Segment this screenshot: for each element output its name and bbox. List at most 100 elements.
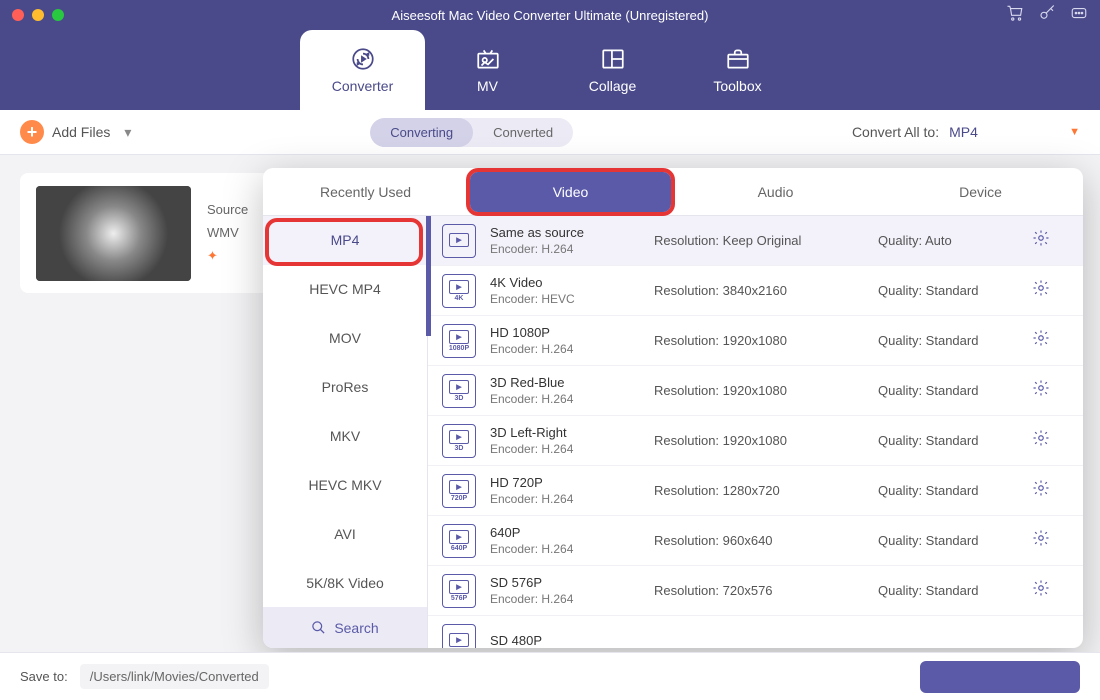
convert-button[interactable]: [920, 661, 1080, 693]
format-item-mkv[interactable]: MKV: [263, 412, 427, 461]
effects-icon[interactable]: ✦: [207, 248, 218, 264]
preset-resolution: Resolution: 1920x1080: [654, 433, 864, 448]
tab-toolbox-label: Toolbox: [713, 78, 761, 94]
preset-item[interactable]: ▶4K 4K Video Encoder: HEVC Resolution: 3840…: [428, 266, 1083, 316]
preset-encoder: Encoder: H.264: [490, 592, 640, 606]
gear-icon[interactable]: [1032, 279, 1050, 302]
preset-name: 4K Video: [490, 275, 640, 290]
preset-encoder: Encoder: HEVC: [490, 292, 640, 306]
caret-down-icon: ▼: [1069, 126, 1080, 138]
tab-collage-label: Collage: [589, 78, 636, 94]
segment-converting[interactable]: Converting: [370, 118, 473, 147]
preset-list: ▶ Same as source Encoder: H.264 Resolution:…: [428, 216, 1083, 648]
preset-name: SD 576P: [490, 575, 640, 590]
preset-item[interactable]: ▶576PSD 576PEncoder: H.264Resolution: 72…: [428, 566, 1083, 616]
key-icon[interactable]: [1038, 4, 1056, 27]
preset-quality: Quality: Standard: [878, 283, 1018, 298]
preset-badge-icon: ▶4K: [442, 274, 476, 308]
preset-encoder: Encoder: H.264: [490, 442, 640, 456]
plus-icon: +: [20, 120, 44, 144]
chevron-down-icon[interactable]: ▾: [124, 124, 131, 141]
search-button[interactable]: Search: [263, 607, 427, 648]
preset-resolution: Resolution: Keep Original: [654, 233, 864, 248]
preset-encoder: Encoder: H.264: [490, 342, 640, 356]
scroll-indicator: [426, 216, 431, 336]
close-icon[interactable]: [12, 9, 24, 21]
preset-badge-icon: ▶3D: [442, 374, 476, 408]
format-popover: Recently Used Video Audio Device MP4HEVC…: [263, 168, 1083, 648]
preset-item[interactable]: ▶1080PHD 1080PEncoder: H.264Resolution: …: [428, 316, 1083, 366]
popover-tab-video[interactable]: Video: [470, 172, 671, 212]
preset-encoder: Encoder: H.264: [490, 492, 640, 506]
preset-name: Same as source: [490, 225, 640, 240]
gear-icon[interactable]: [1032, 379, 1050, 402]
format-item-prores[interactable]: ProRes: [263, 363, 427, 412]
preset-quality: Quality: Standard: [878, 333, 1018, 348]
save-to-label: Save to:: [20, 669, 68, 684]
window-title: Aiseesoft Mac Video Converter Ultimate (…: [392, 8, 709, 23]
preset-badge-icon: ▶: [442, 624, 476, 649]
gear-icon[interactable]: [1032, 579, 1050, 602]
gear-icon[interactable]: [1032, 229, 1050, 252]
preset-resolution: Resolution: 1280x720: [654, 483, 864, 498]
preset-item[interactable]: ▶ Same as source Encoder: H.264 Resolution:…: [428, 216, 1083, 266]
popover-tab-audio[interactable]: Audio: [673, 168, 878, 215]
format-item-avi[interactable]: AVI: [263, 509, 427, 558]
video-thumbnail[interactable]: [36, 186, 191, 281]
preset-encoder: Encoder: H.264: [490, 542, 640, 556]
add-files-button[interactable]: + Add Files ▾: [20, 120, 131, 144]
tab-mv-label: MV: [477, 78, 498, 94]
preset-quality: Quality: Standard: [878, 433, 1018, 448]
preset-name: HD 720P: [490, 475, 640, 490]
gear-icon[interactable]: [1032, 479, 1050, 502]
preset-resolution: Resolution: 960x640: [654, 533, 864, 548]
search-label: Search: [334, 620, 378, 636]
preset-item[interactable]: ▶640P640PEncoder: H.264Resolution: 960x6…: [428, 516, 1083, 566]
preset-badge-icon: ▶: [442, 224, 476, 258]
preset-resolution: Resolution: 1920x1080: [654, 383, 864, 398]
format-item-5k-8k-video[interactable]: 5K/8K Video: [263, 558, 427, 607]
preset-item[interactable]: ▶3D 3D Left-Right Encoder: H.264 Resolution…: [428, 416, 1083, 466]
preset-badge-icon: ▶3D: [442, 424, 476, 458]
popover-tab-device[interactable]: Device: [878, 168, 1083, 215]
preset-name: 640P: [490, 525, 640, 540]
popover-tab-recently-used[interactable]: Recently Used: [263, 168, 468, 215]
tab-converter[interactable]: Converter: [300, 30, 425, 110]
tab-collage[interactable]: Collage: [550, 30, 675, 110]
convert-all-label: Convert All to:: [852, 124, 939, 140]
gear-icon[interactable]: [1032, 429, 1050, 452]
save-to-path[interactable]: /Users/link/Movies/Converted: [80, 664, 269, 689]
popover-tabs: Recently Used Video Audio Device: [263, 168, 1083, 216]
preset-resolution: Resolution: 720x576: [654, 583, 864, 598]
titlebar: Aiseesoft Mac Video Converter Ultimate (…: [0, 0, 1100, 30]
window-controls: [12, 9, 64, 21]
format-item-hevc-mp4[interactable]: HEVC MP4: [263, 265, 427, 314]
preset-encoder: Encoder: H.264: [490, 392, 640, 406]
convert-all-to[interactable]: Convert All to: MP4 ▼: [852, 124, 1080, 140]
preset-resolution: Resolution: 3840x2160: [654, 283, 864, 298]
add-files-label: Add Files: [52, 124, 110, 140]
gear-icon[interactable]: [1032, 529, 1050, 552]
gear-icon[interactable]: [1032, 329, 1050, 352]
preset-item[interactable]: ▶720PHD 720PEncoder: H.264Resolution: 12…: [428, 466, 1083, 516]
preset-item[interactable]: ▶ SD 480P: [428, 616, 1083, 648]
cart-icon[interactable]: [1006, 4, 1024, 27]
format-item-hevc-mkv[interactable]: HEVC MKV: [263, 460, 427, 509]
preset-item[interactable]: ▶3D3D Red-BlueEncoder: H.264Resolution: …: [428, 366, 1083, 416]
tab-converter-label: Converter: [332, 78, 393, 94]
tab-mv[interactable]: MV: [425, 30, 550, 110]
segment-converted[interactable]: Converted: [473, 118, 573, 147]
format-item-mp4[interactable]: MP4: [263, 216, 427, 265]
preset-name: SD 480P: [490, 633, 640, 648]
format-item-mov[interactable]: MOV: [263, 314, 427, 363]
bottom-bar: Save to: /Users/link/Movies/Converted: [0, 652, 1100, 700]
preset-quality: Quality: Auto: [878, 233, 1018, 248]
preset-name: 3D Left-Right: [490, 425, 640, 440]
minimize-icon[interactable]: [32, 9, 44, 21]
status-segment: Converting Converted: [370, 118, 573, 147]
preset-encoder: Encoder: H.264: [490, 242, 640, 256]
maximize-icon[interactable]: [52, 9, 64, 21]
tab-toolbox[interactable]: Toolbox: [675, 30, 800, 110]
preset-quality: Quality: Standard: [878, 483, 1018, 498]
menu-icon[interactable]: [1070, 4, 1088, 27]
